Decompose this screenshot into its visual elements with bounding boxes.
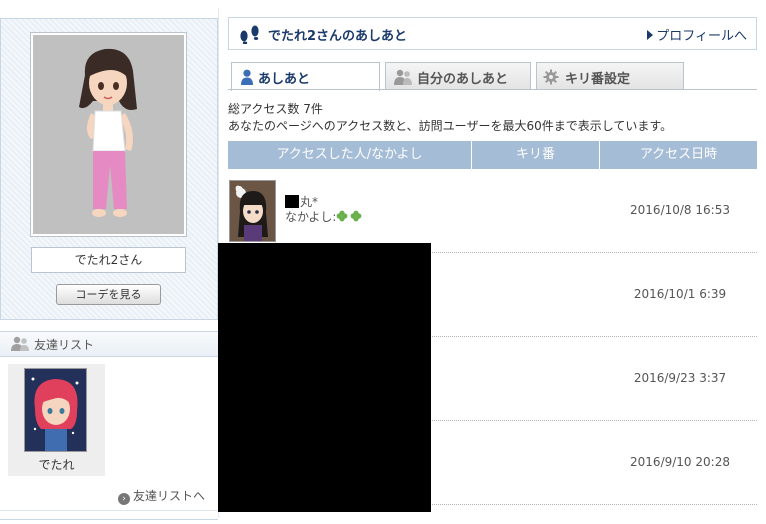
tab-ashiato[interactable]: あしあと xyxy=(231,62,380,91)
access-datetime: 2016/10/1 6:39 xyxy=(633,287,727,301)
profile-link[interactable]: プロフィールへ xyxy=(647,25,747,44)
friend-avatar-illustration xyxy=(25,369,86,451)
friends-list-title: 友達リスト xyxy=(34,338,95,352)
divider xyxy=(0,519,218,520)
page-title: でたれ2さんのあしあと xyxy=(268,29,408,44)
access-datetime: 2016/10/8 16:53 xyxy=(630,203,730,217)
friends-list-link[interactable]: › 友達リストへ xyxy=(118,487,205,505)
access-datetime: 2016/9/23 3:37 xyxy=(633,371,727,385)
table-header: アクセスした人/なかよし キリ番 アクセス日時 xyxy=(228,141,757,169)
people-icon xyxy=(394,69,412,85)
view-coordinate-button[interactable]: コーデを見る xyxy=(56,284,161,305)
friend-status: なかよし: xyxy=(285,208,364,225)
visitor-avatar-illustration xyxy=(230,181,275,241)
profile-name: でたれ2さん xyxy=(31,247,186,273)
column-header-visitor: アクセスした人/なかよし xyxy=(228,141,472,169)
tab-my-ashiato[interactable]: 自分のあしあと xyxy=(385,62,531,90)
access-datetime: 2016/9/10 20:28 xyxy=(630,455,730,469)
friend-name[interactable]: でたれ xyxy=(8,456,105,473)
tab-label: 自分のあしあと xyxy=(417,72,509,87)
person-icon xyxy=(241,69,253,85)
divider xyxy=(0,510,218,511)
people-icon xyxy=(11,336,29,351)
redacted-region xyxy=(218,243,431,512)
avatar-illustration xyxy=(79,48,137,217)
access-summary: 総アクセス数 7件 あなたのページへのアクセス数と、訪問ユーザーを最大60件まで… xyxy=(228,101,672,135)
friends-list-header: 友達リスト xyxy=(0,331,218,357)
friend-status-label: なかよし: xyxy=(285,210,337,224)
tab-underline xyxy=(228,89,757,90)
profile-link-label[interactable]: プロフィールへ xyxy=(656,29,747,44)
column-header-datetime: アクセス日時 xyxy=(639,147,718,162)
footprints-icon xyxy=(240,25,259,44)
clover-icon xyxy=(337,210,362,222)
friend-avatar[interactable] xyxy=(24,368,87,452)
arrow-right-icon: › xyxy=(118,493,130,505)
visitor-name-text: 丸* xyxy=(300,195,319,209)
tab-label: キリ番設定 xyxy=(565,72,631,87)
gear-icon xyxy=(543,69,559,85)
column-header-kiriban: キリ番 xyxy=(472,141,600,169)
profile-avatar[interactable] xyxy=(30,32,187,237)
tab-kiriban-settings[interactable]: キリ番設定 xyxy=(536,62,684,90)
total-access-count: 総アクセス数 7件 xyxy=(228,102,323,116)
friends-list-link-label[interactable]: 友達リストへ xyxy=(133,489,205,503)
tab-label: あしあと xyxy=(258,72,311,87)
profile-panel: でたれ2さん コーデを見る xyxy=(0,18,218,320)
page-header: でたれ2さんのあしあと プロフィールへ xyxy=(228,17,757,50)
summary-description: あなたのページへのアクセス数と、訪問ユーザーを最大60件まで表示しています。 xyxy=(228,119,673,133)
visitor-avatar[interactable] xyxy=(229,180,276,242)
triangle-right-icon xyxy=(647,30,654,40)
friend-card[interactable]: でたれ xyxy=(8,364,105,476)
redacted-block xyxy=(285,195,299,208)
